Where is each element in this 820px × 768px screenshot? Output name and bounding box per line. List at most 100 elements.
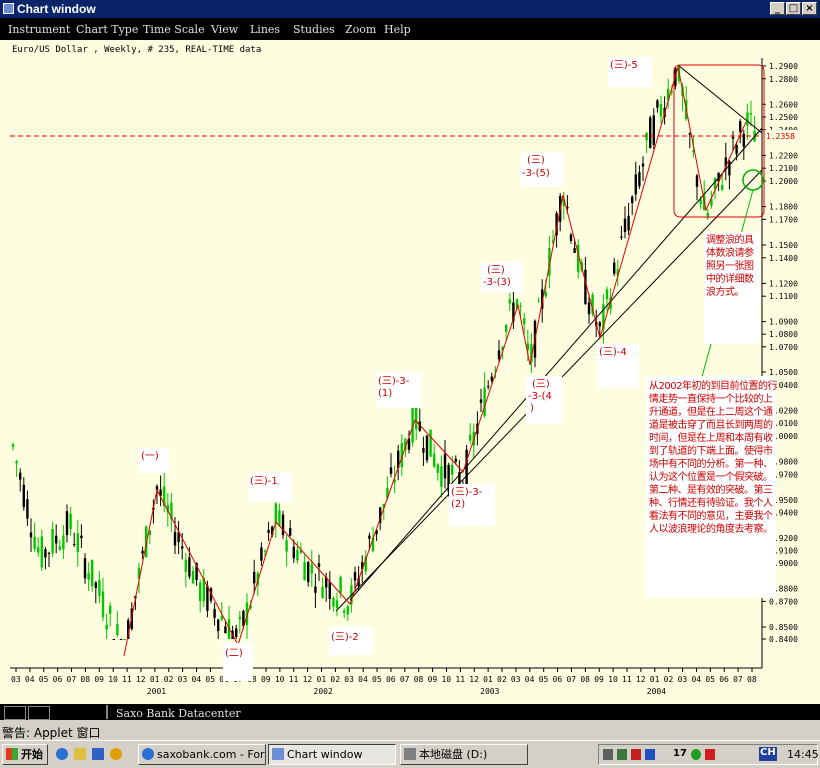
price-tick-label: 0.8400 xyxy=(769,635,798,644)
candle-body xyxy=(51,528,54,554)
quicklaunch-desktop-icon[interactable] xyxy=(92,748,104,760)
menu-zoom[interactable]: Zoom xyxy=(345,23,376,36)
maximize-button[interactable]: □ xyxy=(786,2,801,15)
candle-body xyxy=(123,639,126,640)
candle-body xyxy=(659,104,663,117)
price-tick-label: 1.2600 xyxy=(769,100,798,109)
candle-body xyxy=(37,547,40,553)
tray-network-icon[interactable] xyxy=(617,749,627,760)
start-button[interactable]: 开始 xyxy=(2,744,48,765)
candle-body xyxy=(695,175,699,187)
candle-body xyxy=(73,543,76,545)
applet-warning-bar: 警告: Applet 窗口 xyxy=(0,722,820,740)
candle-body xyxy=(235,628,238,638)
annot-wave-3-3-3b: -3-(3) xyxy=(483,277,511,288)
candle-body xyxy=(109,605,112,614)
tray-clock[interactable]: 14:45 xyxy=(787,748,819,761)
candle-body xyxy=(253,571,256,584)
month-tick-label: 10 xyxy=(108,675,118,684)
candle-body xyxy=(40,536,43,568)
candle-body xyxy=(263,551,267,553)
menu-help[interactable]: Help xyxy=(384,23,411,36)
candle-body xyxy=(332,597,335,607)
chart-area[interactable]: Euro/US Dollar , Weekly, # 235, REAL-TIM… xyxy=(0,40,820,704)
candle-body xyxy=(173,531,177,546)
menu-time-scale[interactable]: Time Scale xyxy=(143,23,205,36)
candle-body xyxy=(573,248,576,253)
price-tick-label: 1.0800 xyxy=(769,330,798,339)
task-local-disk[interactable]: 本地磁盘 (D:) xyxy=(400,744,528,765)
month-tick-label: 05 xyxy=(39,675,49,684)
month-tick-label: 09 xyxy=(428,675,438,684)
status-icon-crosshair[interactable] xyxy=(28,706,50,720)
month-tick-label: 02 xyxy=(164,675,174,684)
annot-wave-3-3-5b: -3-(5) xyxy=(522,168,550,179)
month-tick-label: 04 xyxy=(691,675,701,684)
menu-studies[interactable]: Studies xyxy=(293,23,335,36)
task-chart-window[interactable]: Chart window xyxy=(268,744,396,765)
candle-body xyxy=(217,619,220,631)
month-tick-label: 05 xyxy=(372,675,382,684)
candle-body xyxy=(94,582,97,589)
candle-body xyxy=(314,586,317,593)
candle-body xyxy=(627,215,630,231)
quicklaunch-ie-icon[interactable] xyxy=(56,748,68,760)
candle-body xyxy=(303,561,306,581)
candle-body xyxy=(238,616,241,620)
menu-instrument[interactable]: Instrument xyxy=(8,23,70,36)
annot-wave-3-3-1a: (三)-3- xyxy=(378,376,410,387)
candle-body xyxy=(368,535,371,539)
price-chart[interactable]: Euro/US Dollar , Weekly, # 235, REAL-TIM… xyxy=(0,40,820,704)
candle-body xyxy=(634,174,637,195)
candle-body xyxy=(451,464,454,475)
year-tick-label: 2002 xyxy=(314,687,333,696)
price-tick-label: 0.8700 xyxy=(769,597,798,606)
month-tick-label: 01 xyxy=(150,675,160,684)
quicklaunch-media-icon[interactable] xyxy=(110,748,122,760)
tray-volume-icon[interactable] xyxy=(603,749,613,760)
price-tick-label: 1.2100 xyxy=(769,164,798,173)
candle-body xyxy=(310,564,313,574)
tray-antivirus-icon[interactable] xyxy=(705,749,715,760)
menu-lines[interactable]: Lines xyxy=(250,23,280,36)
task-saxobank[interactable]: saxobank.com - Forex - ... xyxy=(138,744,266,765)
tray-calendar-icon[interactable]: 17 xyxy=(673,748,687,759)
candle-body xyxy=(267,529,270,534)
tray-language-icon[interactable]: CH xyxy=(759,747,777,761)
month-tick-label: 03 xyxy=(11,675,21,684)
month-tick-label: 12 xyxy=(636,675,646,684)
price-tick-label: 1.1200 xyxy=(769,279,798,288)
menu-chart-type[interactable]: Chart Type xyxy=(76,23,138,36)
candle-body xyxy=(292,546,295,559)
candle-body xyxy=(26,499,29,519)
quicklaunch-outlook-icon[interactable] xyxy=(74,748,86,760)
tray-security-icon[interactable] xyxy=(631,749,641,760)
month-tick-label: 10 xyxy=(608,675,618,684)
status-icon-left[interactable] xyxy=(4,706,26,720)
tray-app-icon[interactable] xyxy=(645,749,655,760)
month-tick-label: 06 xyxy=(53,675,63,684)
candle-body xyxy=(598,322,601,327)
candle-body xyxy=(469,434,472,441)
candle-body xyxy=(44,549,47,558)
minimize-button[interactable]: _ xyxy=(770,2,785,15)
candle-body xyxy=(65,511,69,535)
candle-body xyxy=(537,301,540,303)
candle-body xyxy=(101,591,105,618)
close-button[interactable]: × xyxy=(802,2,817,15)
candle-body xyxy=(623,218,627,233)
menu-view[interactable]: View xyxy=(211,23,238,36)
candle-body xyxy=(206,585,209,611)
candle-body xyxy=(199,582,202,602)
candle-body xyxy=(289,528,292,536)
candle-body xyxy=(749,113,753,115)
tray-im-icon[interactable] xyxy=(691,749,701,760)
annot-wave-3-3-2a: (三)-3- xyxy=(451,487,483,498)
candle-body xyxy=(544,291,547,297)
month-tick-label: 09 xyxy=(594,675,604,684)
annot-wave-1: (一) xyxy=(141,451,159,462)
annot-wave-3-5: (三)-5 xyxy=(610,60,638,71)
candle-body xyxy=(343,610,346,613)
candle-body xyxy=(652,115,655,145)
month-tick-label: 01 xyxy=(483,675,493,684)
